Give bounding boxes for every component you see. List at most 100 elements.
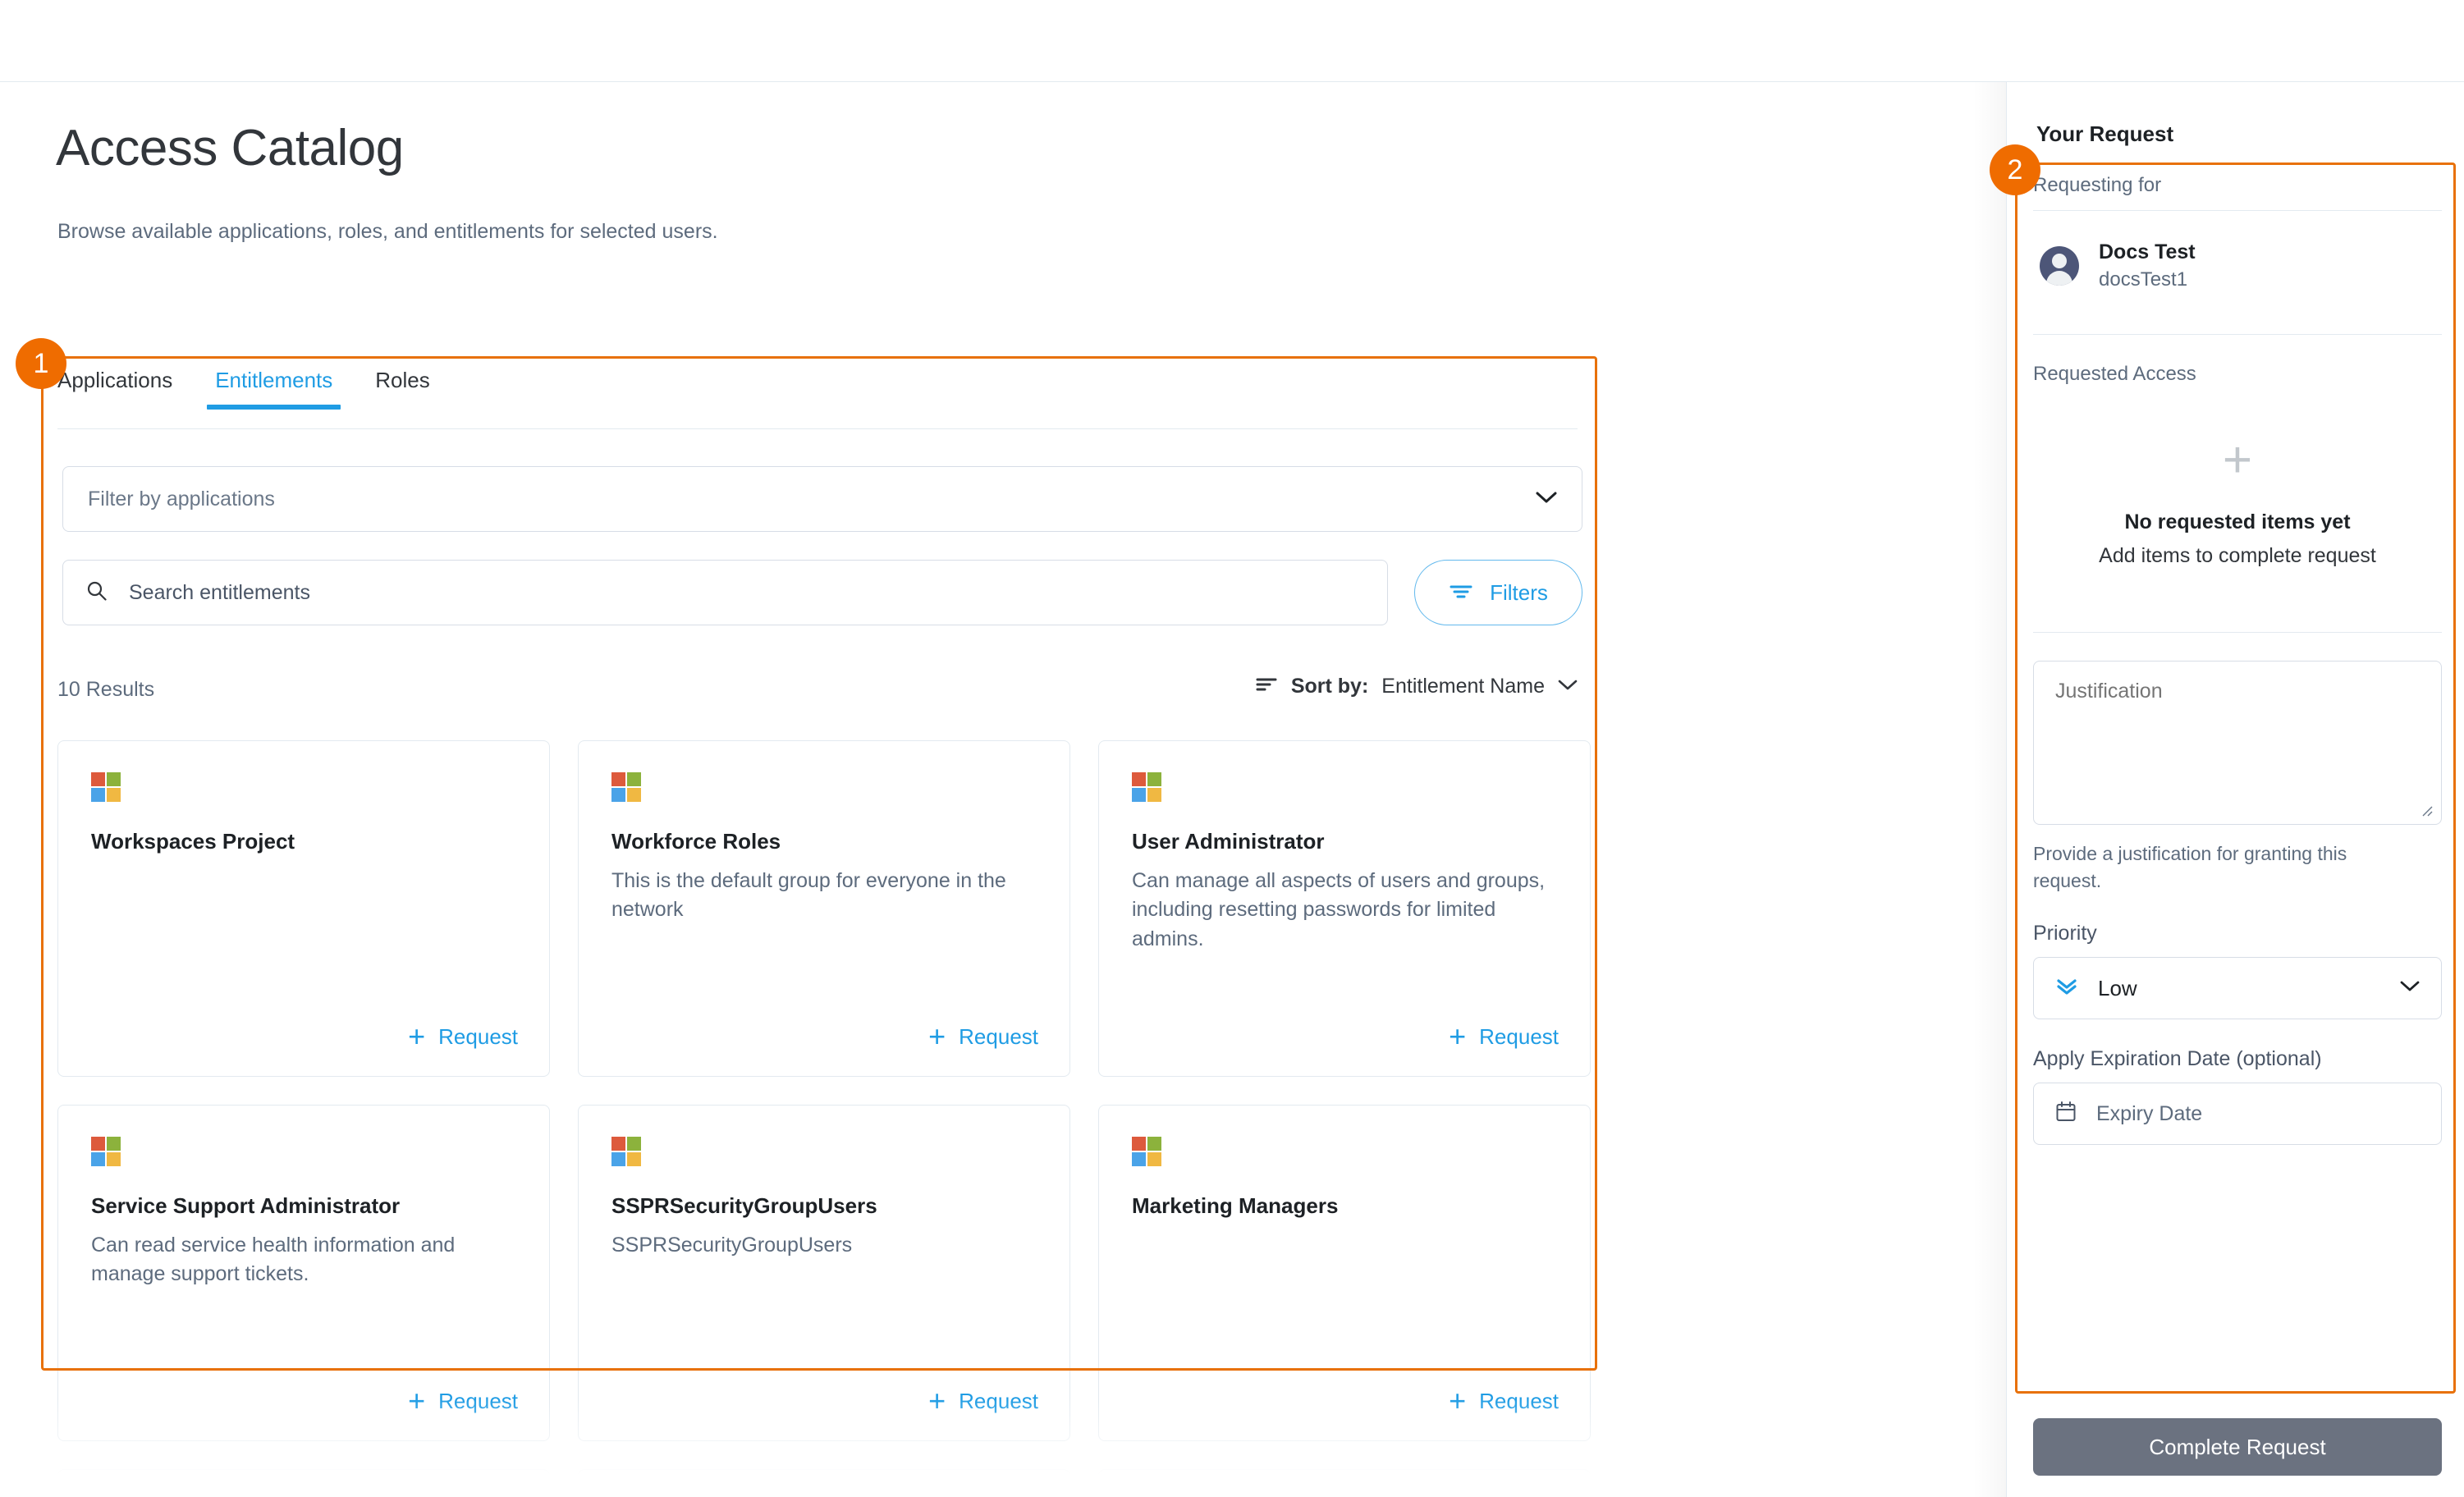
plus-icon: + [1449, 1022, 1466, 1051]
filters-button[interactable]: Filters [1414, 560, 1582, 625]
sort-icon [1255, 675, 1278, 698]
search-icon [86, 580, 108, 606]
priority-value: Low [2098, 976, 2137, 1001]
filters-button-label: Filters [1490, 580, 1548, 606]
entitlement-description: Can manage all aspects of users and grou… [1132, 867, 1557, 955]
plus-icon: + [2033, 435, 2442, 486]
complete-request-button[interactable]: Complete Request [2033, 1418, 2442, 1476]
request-button[interactable]: + Request [408, 1022, 518, 1051]
sort-by-value: Entitlement Name [1381, 675, 1545, 698]
entitlement-description: This is the default group for everyone i… [611, 867, 1037, 925]
justification-textarea[interactable] [2033, 661, 2442, 825]
justification-field-wrap [2033, 661, 2442, 829]
expiry-date-placeholder: Expiry Date [2096, 1102, 2202, 1126]
plus-icon: + [928, 1022, 946, 1051]
tab-bar: Applications Entitlements Roles [57, 368, 1578, 414]
request-button-label: Request [1479, 1389, 1559, 1414]
microsoft-logo-icon [1132, 1137, 1161, 1166]
entitlement-card[interactable]: Marketing Managers + Request [1098, 1105, 1591, 1441]
annotation-badge-1: 1 [16, 338, 66, 389]
plus-icon: + [408, 1386, 425, 1416]
entitlement-title: Workspaces Project [91, 828, 516, 855]
microsoft-logo-icon [91, 772, 121, 802]
request-button[interactable]: + Request [928, 1386, 1038, 1416]
chevron-down-icon [1558, 679, 1578, 695]
application-filter-select[interactable]: Filter by applications [62, 466, 1582, 532]
results-count: 10 Results [57, 678, 154, 702]
entitlement-title: Workforce Roles [611, 828, 1037, 855]
search-placeholder: Search entitlements [129, 581, 310, 605]
requested-items-empty-state[interactable]: + No requested items yet Add items to co… [2033, 386, 2442, 619]
app-root: Access Catalog Browse available applicat… [0, 0, 2464, 1497]
panel-title: Your Request [2036, 121, 2173, 147]
person-name: Docs Test [2099, 239, 2196, 266]
requesting-for-label: Requesting for [2033, 174, 2442, 197]
tab-entitlements[interactable]: Entitlements [215, 368, 332, 410]
calendar-icon [2055, 1101, 2077, 1128]
microsoft-logo-icon [611, 772, 641, 802]
page-title: Access Catalog [56, 123, 404, 174]
annotation-badge-2: 2 [1990, 144, 2040, 195]
sort-by-control[interactable]: Sort by: Entitlement Name [1255, 675, 1578, 698]
your-request-panel: Your Request Requesting for Docs Test do… [2007, 82, 2464, 1497]
filter-icon [1449, 582, 1473, 604]
application-filter-placeholder: Filter by applications [88, 488, 275, 511]
panel-body: Requesting for Docs Test docsTest1 Reque… [2033, 164, 2442, 1145]
plus-icon: + [928, 1386, 946, 1416]
justification-helper-text: Provide a justification for granting thi… [2033, 840, 2419, 894]
request-button-label: Request [1479, 1024, 1559, 1050]
request-button-label: Request [959, 1024, 1038, 1050]
expiry-date-input[interactable]: Expiry Date [2033, 1083, 2442, 1145]
chevron-down-icon [2400, 980, 2420, 996]
entitlement-card[interactable] [578, 1469, 1070, 1497]
entitlement-card[interactable]: Service Support Administrator Can read s… [57, 1105, 550, 1441]
request-button[interactable]: + Request [408, 1386, 518, 1416]
expiration-label: Apply Expiration Date (optional) [2033, 1047, 2442, 1071]
entitlement-title: Marketing Managers [1132, 1193, 1557, 1220]
request-button-label: Request [959, 1389, 1038, 1414]
page-subtitle: Browse available applications, roles, an… [57, 220, 718, 244]
entitlement-card[interactable]: User Administrator Can manage all aspect… [1098, 740, 1591, 1077]
person-username: docsTest1 [2099, 266, 2196, 294]
microsoft-logo-icon [91, 1137, 121, 1166]
plus-icon: + [408, 1022, 425, 1051]
priority-label: Priority [2033, 922, 2442, 945]
empty-state-subtitle: Add items to complete request [2033, 544, 2442, 568]
chevron-down-icon [1536, 491, 1557, 508]
plus-icon: + [1449, 1386, 1466, 1416]
request-button-label: Request [438, 1024, 518, 1050]
microsoft-logo-icon [1132, 772, 1161, 802]
request-button[interactable]: + Request [1449, 1022, 1559, 1051]
entitlement-card[interactable] [57, 1469, 550, 1497]
microsoft-logo-icon [611, 1137, 641, 1166]
requested-access-label: Requested Access [2033, 363, 2442, 386]
priority-low-icon [2055, 977, 2078, 1000]
main-content: Access Catalog Browse available applicat… [0, 82, 1973, 1497]
entitlement-card[interactable]: Workforce Roles This is the default grou… [578, 740, 1070, 1077]
user-avatar-icon [2040, 246, 2079, 286]
entitlement-card[interactable]: SSPRSecurityGroupUsers SSPRSecurityGroup… [578, 1105, 1070, 1441]
entitlement-title: Service Support Administrator [91, 1193, 516, 1220]
requesting-for-person: Docs Test docsTest1 [2033, 211, 2442, 321]
entitlement-card[interactable]: Workspaces Project + Request [57, 740, 550, 1077]
divider [2033, 632, 2442, 633]
entitlement-description: SSPRSecurityGroupUsers [611, 1231, 1037, 1261]
panel-footer: Complete Request [2033, 1418, 2442, 1476]
entitlement-description: Can read service health information and … [91, 1231, 516, 1289]
panel-shadow [1973, 82, 2006, 1497]
entitlement-title: SSPRSecurityGroupUsers [611, 1193, 1037, 1220]
request-button-label: Request [438, 1389, 518, 1414]
tab-applications[interactable]: Applications [57, 368, 172, 410]
entitlement-card-grid: Workspaces Project + Request Workforce R… [57, 740, 1582, 1497]
entitlement-title: User Administrator [1132, 828, 1557, 855]
entitlement-card[interactable] [1098, 1469, 1591, 1497]
request-button[interactable]: + Request [928, 1022, 1038, 1051]
request-button[interactable]: + Request [1449, 1386, 1559, 1416]
tab-roles[interactable]: Roles [375, 368, 429, 410]
priority-select[interactable]: Low [2033, 957, 2442, 1019]
empty-state-title: No requested items yet [2033, 510, 2442, 534]
divider [2033, 334, 2442, 335]
search-entitlements-input[interactable]: Search entitlements [62, 560, 1388, 625]
tab-bar-divider [57, 428, 1578, 429]
sort-by-label: Sort by: [1291, 675, 1368, 698]
